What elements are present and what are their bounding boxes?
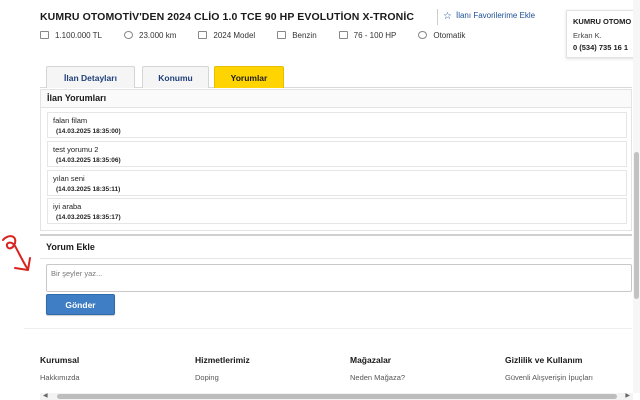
annotation-arrow-icon bbox=[2, 235, 31, 271]
spec-mileage-value: 23.000 km bbox=[139, 30, 177, 40]
price-tag-icon bbox=[40, 31, 49, 39]
star-icon: ☆ bbox=[443, 11, 452, 22]
listing-tabs: İlan Detayları Konumu Yorumlar bbox=[40, 62, 632, 88]
horizontal-scrollbar-thumb[interactable] bbox=[57, 394, 617, 399]
seller-phone[interactable]: 0 (534) 735 16 1 bbox=[573, 43, 639, 52]
footer-link[interactable]: Neden Mağaza? bbox=[350, 373, 405, 382]
seller-card[interactable]: KUMRU OTOMO Erkan K. 0 (534) 735 16 1 bbox=[566, 10, 640, 58]
footer-link[interactable]: Doping bbox=[195, 373, 250, 382]
spec-fuel: Benzin bbox=[277, 29, 317, 41]
spec-price: 1.100.000 TL bbox=[40, 29, 102, 41]
speedometer-icon bbox=[124, 31, 134, 39]
footer-column-services: Hizmetlerimiz Doping bbox=[195, 355, 250, 382]
seller-person: Erkan K. bbox=[573, 31, 602, 40]
footer-heading: Kurumsal bbox=[40, 355, 80, 365]
tab-location[interactable]: Konumu bbox=[142, 66, 209, 88]
comment-date: (14.03.2025 18:35:00) bbox=[56, 128, 121, 135]
spec-model-year-value: 2024 Model bbox=[213, 30, 256, 40]
divider bbox=[40, 258, 632, 259]
spec-power: 76 - 100 HP bbox=[338, 29, 397, 41]
seller-name: KUMRU OTOMO bbox=[573, 17, 632, 26]
tab-comments[interactable]: Yorumlar bbox=[214, 66, 284, 88]
footer-link[interactable]: Güvenli Alışverişin İpuçları bbox=[505, 373, 593, 382]
comment-text: yılan seni bbox=[53, 174, 85, 183]
comment-item: test yorumu 2 (14.03.2025 18:35:06) bbox=[47, 141, 627, 167]
footer-column-stores: Mağazalar Neden Mağaza? bbox=[350, 355, 405, 382]
gearbox-icon bbox=[418, 31, 428, 39]
spec-gearbox: Otomatik bbox=[418, 29, 465, 41]
footer-column-privacy: Gizlilik ve Kullanım Güvenli Alışverişin… bbox=[505, 355, 593, 382]
spec-price-value: 1.100.000 TL bbox=[55, 30, 103, 40]
add-favorite-label: İlanı Favorilerime Ekle bbox=[455, 11, 536, 20]
spec-gearbox-value: Otomatik bbox=[433, 30, 466, 40]
comment-item: iyi araba (14.03.2025 18:35:17) bbox=[47, 198, 627, 224]
comments-panel: İlan Yorumları falan filam (14.03.2025 1… bbox=[40, 89, 632, 231]
listing-specs: 1.100.000 TL 23.000 km 2024 Model Benzin… bbox=[40, 29, 487, 41]
calendar-icon bbox=[198, 31, 208, 39]
comment-date: (14.03.2025 18:35:06) bbox=[56, 157, 121, 164]
scroll-right-icon[interactable]: ▶ bbox=[625, 393, 630, 400]
scroll-left-icon[interactable]: ◀ bbox=[43, 393, 48, 400]
comment-text: iyi araba bbox=[53, 202, 82, 211]
comment-text: test yorumu 2 bbox=[53, 145, 99, 154]
listing-title: KUMRU OTOMOTİV'DEN 2024 CLİO 1.0 TCE 90 … bbox=[40, 11, 415, 23]
spec-fuel-value: Benzin bbox=[292, 30, 317, 40]
comment-date: (14.03.2025 18:35:11) bbox=[56, 186, 121, 193]
comment-text: falan filam bbox=[53, 116, 88, 125]
comments-panel-title: İlan Yorumları bbox=[41, 90, 631, 108]
footer-heading: Hizmetlerimiz bbox=[195, 355, 250, 365]
tab-listing-details[interactable]: İlan Detayları bbox=[46, 66, 135, 88]
fuel-pump-icon bbox=[277, 31, 287, 39]
comment-date: (14.03.2025 18:35:17) bbox=[56, 214, 121, 221]
footer-heading: Gizlilik ve Kullanım bbox=[505, 355, 583, 365]
comment-item: falan filam (14.03.2025 18:35:00) bbox=[47, 112, 627, 138]
spec-model-year: 2024 Model bbox=[198, 29, 255, 41]
send-button[interactable]: Gönder bbox=[46, 294, 115, 315]
horizontal-scrollbar[interactable]: ◀ ▶ bbox=[40, 393, 633, 400]
comment-input[interactable] bbox=[46, 264, 632, 292]
footer-link[interactable]: Hakkımızda bbox=[40, 373, 80, 382]
add-comment-title: Yorum Ekle bbox=[46, 242, 95, 252]
footer-heading: Mağazalar bbox=[350, 355, 392, 365]
add-comment-section: Yorum Ekle Gönder bbox=[40, 234, 632, 324]
comment-item: yılan seni (14.03.2025 18:35:11) bbox=[47, 170, 627, 196]
divider bbox=[24, 328, 632, 329]
add-favorite-link[interactable]: ☆ İlanı Favorilerime Ekle bbox=[443, 11, 535, 22]
spec-power-value: 76 - 100 HP bbox=[353, 30, 397, 40]
divider bbox=[437, 9, 438, 25]
spec-mileage: 23.000 km bbox=[124, 29, 176, 41]
vertical-scrollbar-thumb[interactable] bbox=[634, 152, 639, 299]
vertical-scrollbar[interactable] bbox=[633, 0, 640, 393]
listing-header: KUMRU OTOMOTİV'DEN 2024 CLİO 1.0 TCE 90 … bbox=[0, 0, 640, 58]
engine-icon bbox=[338, 31, 348, 39]
footer-column-corporate: Kurumsal Hakkımızda bbox=[40, 355, 80, 382]
